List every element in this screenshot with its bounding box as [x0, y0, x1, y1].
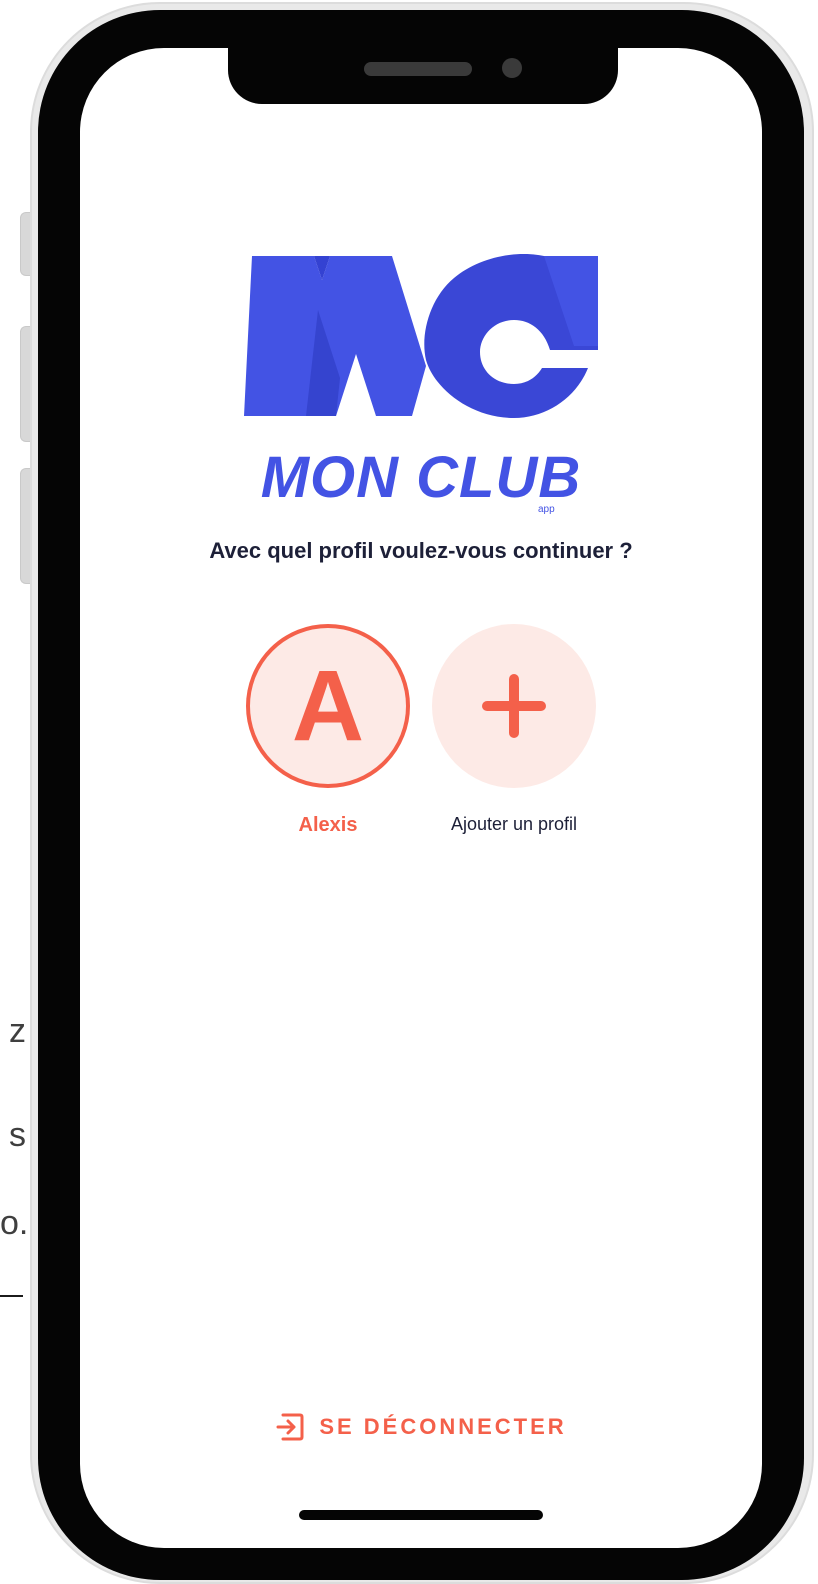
background-text-fragment: o.: [0, 1204, 29, 1242]
logout-button[interactable]: SE DÉCONNECTER: [80, 1412, 762, 1442]
profile-item-alexis[interactable]: A Alexis: [238, 624, 418, 837]
home-indicator[interactable]: [299, 1510, 543, 1520]
avatar-initial: A: [291, 650, 365, 762]
mon-club-logo: [244, 254, 598, 418]
logout-icon: [276, 1413, 304, 1441]
add-profile-button[interactable]: Ajouter un profil: [424, 624, 604, 835]
profile-question: Avec quel profil voulez-vous continuer ?: [209, 538, 633, 563]
brand-subtitle: app: [538, 504, 555, 515]
add-profile-label: Ajouter un profil: [450, 814, 578, 834]
device-mockup: z s o. MON CLUB app Avec quel profil vou…: [0, 0, 818, 1584]
profile-name: Alexis: [298, 814, 358, 836]
phone-notch: [228, 48, 618, 104]
background-divider: [0, 1295, 23, 1297]
speaker-grille: [364, 62, 472, 76]
add-profile-circle[interactable]: [432, 624, 596, 788]
logout-label: SE DÉCONNECTER: [319, 1414, 567, 1439]
front-camera: [502, 58, 522, 78]
background-text-fragment: s: [9, 1116, 26, 1154]
background-text-fragment: z: [9, 1012, 26, 1050]
brand-name: MON CLUB: [260, 445, 582, 510]
plus-icon: [482, 674, 546, 738]
phone-screen: MON CLUB app Avec quel profil voulez-vou…: [80, 48, 762, 1548]
avatar[interactable]: A: [246, 624, 410, 788]
